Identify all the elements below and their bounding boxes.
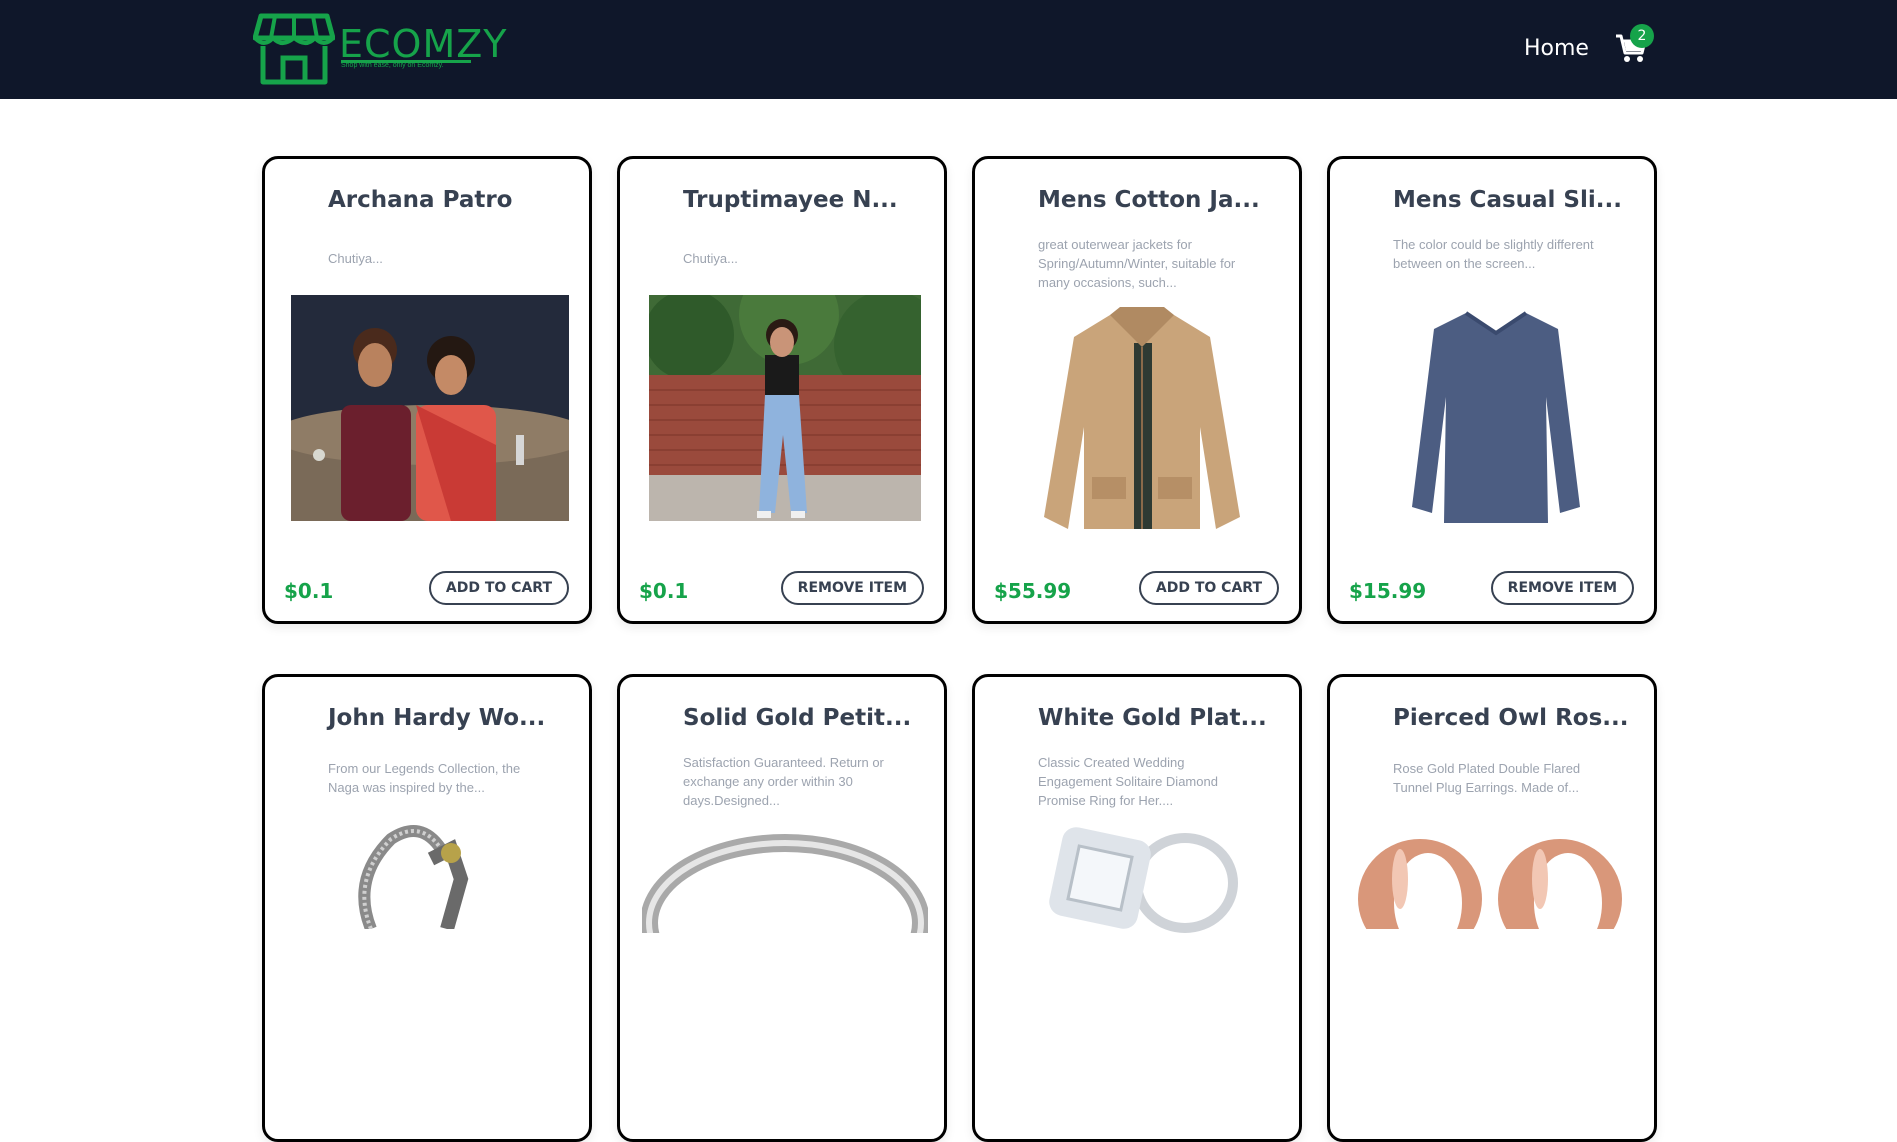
product-image [1040, 307, 1244, 533]
product-card: John Hardy Wo... From our Legends Collec… [262, 674, 592, 1142]
product-image [1350, 819, 1640, 929]
product-card: Truptimayee N... Chutiya... $0.1 REMOVE … [617, 156, 947, 624]
product-card: Solid Gold Petit... Satisfaction Guarant… [617, 674, 947, 1142]
product-title: Solid Gold Petit... [683, 705, 912, 731]
product-description: From our Legends Collection, the Naga wa… [328, 761, 521, 795]
product-title: Archana Patro [328, 187, 513, 213]
remove-item-button[interactable]: REMOVE ITEM [780, 571, 924, 605]
brand-tagline: Shop with ease, only on Ecomzy. [341, 62, 444, 69]
product-description: Rose Gold Plated Double Flared Tunnel Pl… [1393, 761, 1581, 795]
store-icon [253, 13, 335, 85]
add-to-cart-button[interactable]: ADD TO CART [428, 571, 569, 605]
product-card: Mens Cotton Ja... great outerwear jacket… [972, 156, 1302, 624]
product-description: great outerwear jackets for Spring/Autum… [1038, 237, 1236, 290]
product-description: Chutiya... [683, 251, 738, 266]
product-title: Mens Cotton Ja... [1038, 187, 1260, 213]
product-image [642, 823, 928, 933]
product-price: $0.1 [639, 579, 689, 603]
add-to-cart-button[interactable]: ADD TO CART [1138, 571, 1279, 605]
product-image [291, 295, 569, 521]
product-image [351, 819, 471, 929]
ecomzy-logo[interactable]: ECOMZY Shop with ease, only on Ecomzy. [253, 12, 506, 88]
product-price: $0.1 [284, 579, 334, 603]
product-title: Truptimayee N... [683, 187, 898, 213]
product-image [1045, 823, 1245, 933]
product-title: John Hardy Wo... [328, 705, 546, 731]
navbar: ECOMZY Shop with ease, only on Ecomzy. H… [0, 0, 1897, 99]
product-title: Pierced Owl Ros... [1393, 705, 1629, 731]
product-card: Pierced Owl Ros... Rose Gold Plated Doub… [1327, 674, 1657, 1142]
product-title: White Gold Plat... [1038, 705, 1267, 731]
cart-count-badge: 2 [1630, 24, 1654, 48]
product-card: White Gold Plat... Classic Created Weddi… [972, 674, 1302, 1142]
product-card: Mens Casual Sli... The color could be sl… [1327, 156, 1657, 624]
product-price: $55.99 [994, 579, 1072, 603]
product-image [1408, 307, 1584, 533]
remove-item-button[interactable]: REMOVE ITEM [1490, 571, 1634, 605]
nav-home-link[interactable]: Home [1524, 36, 1589, 61]
product-image [649, 295, 921, 521]
product-description: Chutiya... [328, 251, 383, 266]
product-description: Satisfaction Guaranteed. Return or excha… [683, 755, 884, 808]
product-description: Classic Created Wedding Engagement Solit… [1038, 755, 1218, 808]
product-description: The color could be slightly different be… [1393, 237, 1594, 271]
product-card: Archana Patro Chutiya... $0.1 ADD TO CAR… [262, 156, 592, 624]
product-title: Mens Casual Sli... [1393, 187, 1622, 213]
product-price: $15.99 [1349, 579, 1427, 603]
